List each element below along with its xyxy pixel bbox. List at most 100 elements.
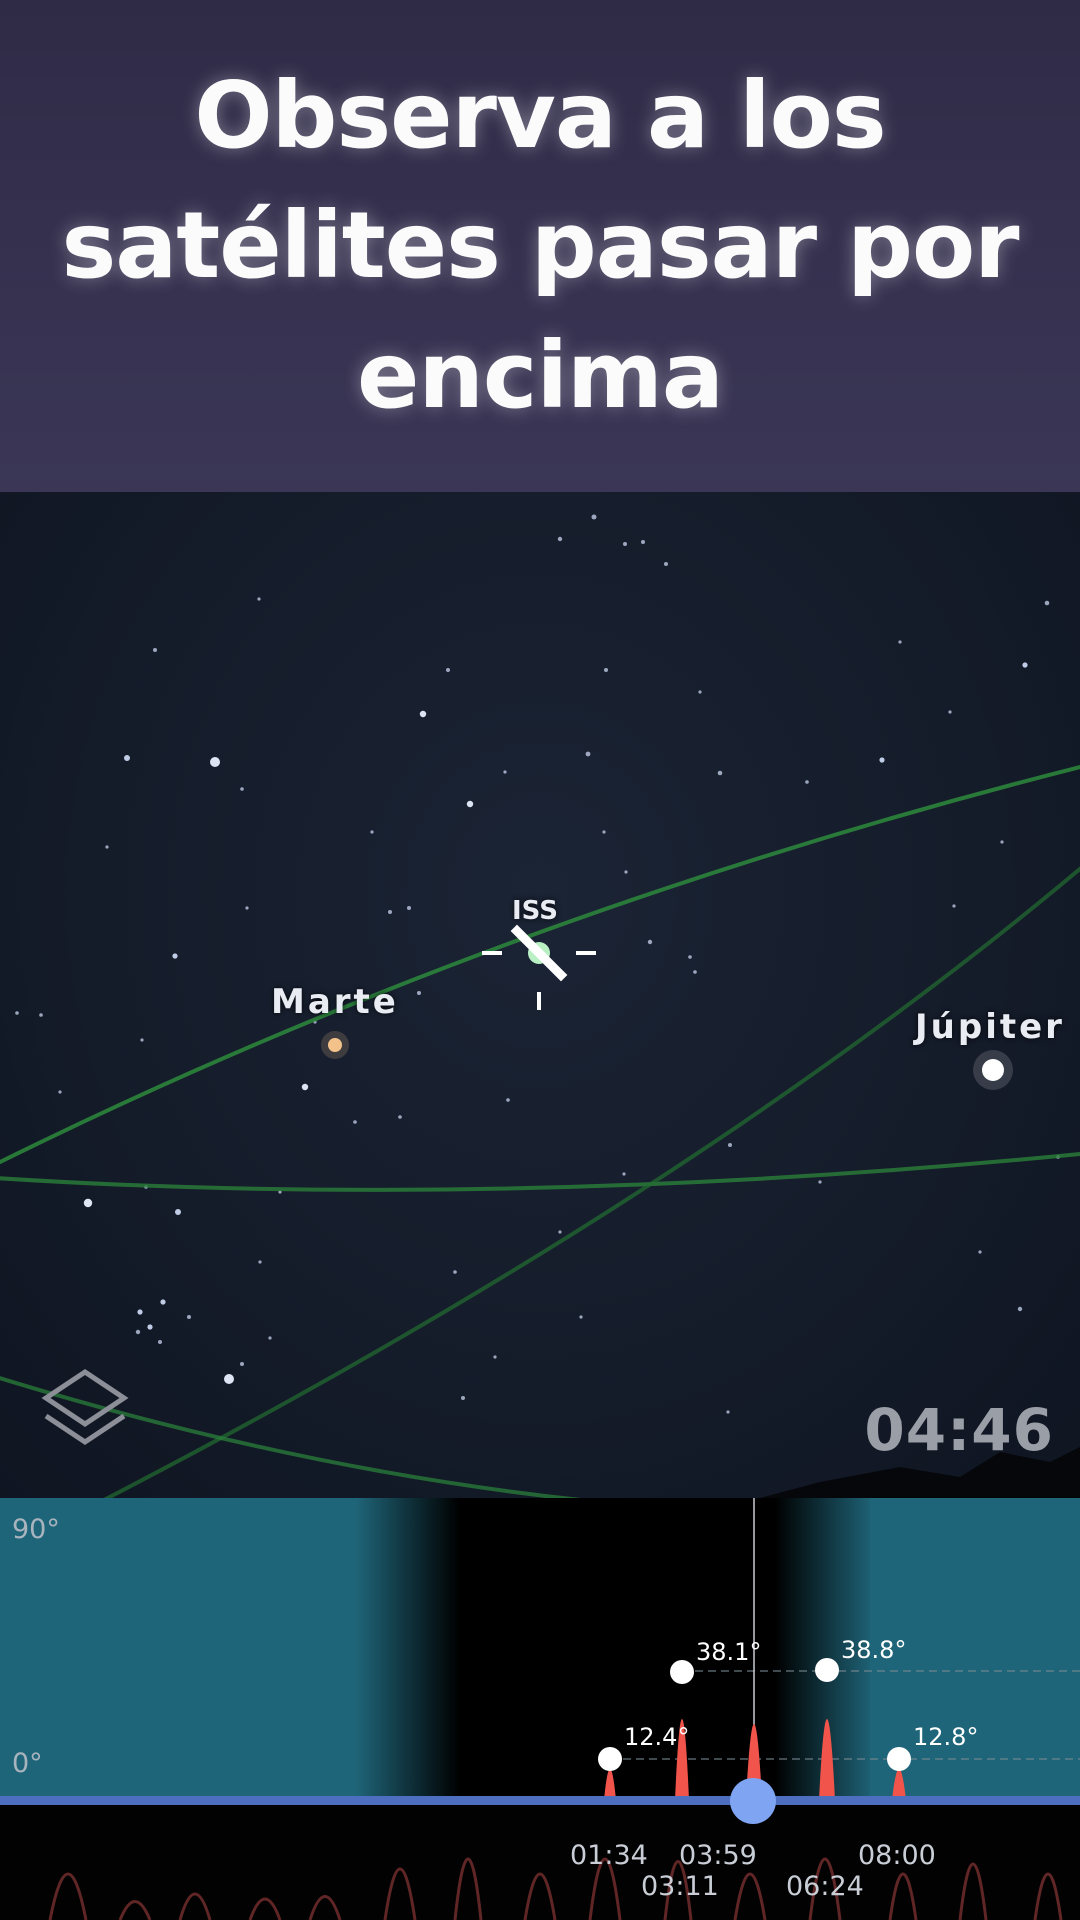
star	[506, 1098, 510, 1102]
star	[58, 1090, 62, 1094]
iss-orbit-path	[0, 764, 1080, 1165]
timeline-handle	[730, 1778, 776, 1824]
current-time: 04:46	[864, 1396, 1054, 1464]
star	[160, 1299, 166, 1305]
star	[224, 1374, 234, 1384]
star	[158, 1340, 162, 1344]
layers-icon[interactable]	[38, 1364, 132, 1458]
star	[245, 906, 249, 910]
pass-altitude-label: 12.8°	[913, 1723, 979, 1751]
star	[417, 991, 421, 995]
star	[664, 562, 668, 566]
star	[140, 1038, 144, 1042]
pass-marker	[598, 1747, 622, 1771]
star	[557, 536, 563, 542]
star	[1000, 840, 1004, 844]
star	[124, 755, 130, 761]
star	[591, 514, 597, 520]
pass-marker	[670, 1660, 694, 1684]
pass-marker	[887, 1747, 911, 1771]
pass-time-label[interactable]: 03:59	[679, 1840, 757, 1871]
pass-time-label[interactable]: 03:11	[641, 1871, 719, 1902]
star	[952, 904, 956, 908]
star	[1044, 600, 1050, 606]
star-field	[15, 514, 1060, 1424]
pass-timeline[interactable]: 90° 0° 12.4° 38.1° 38.8° 12.8° 01:34 03:…	[0, 1498, 1080, 1920]
pass-altitude-label: 38.8°	[841, 1636, 907, 1664]
star	[419, 710, 427, 718]
timeline-track	[0, 1796, 1080, 1805]
star	[693, 970, 697, 974]
star	[726, 1410, 730, 1414]
pass-altitude-label: 38.1°	[696, 1638, 762, 1666]
star	[370, 830, 374, 834]
star	[153, 648, 157, 652]
star	[147, 1324, 153, 1330]
star	[240, 1362, 244, 1366]
star	[258, 1260, 262, 1264]
star	[83, 1198, 93, 1208]
star	[641, 540, 645, 544]
satellite-icon[interactable]	[482, 924, 596, 1010]
altitude-max-label: 90°	[12, 1514, 60, 1545]
star	[353, 1120, 357, 1124]
star	[805, 780, 809, 784]
star	[623, 542, 627, 546]
star	[818, 1180, 822, 1184]
star	[1017, 1306, 1023, 1312]
pass-marker	[815, 1658, 839, 1682]
star	[453, 1270, 457, 1274]
star	[879, 757, 885, 763]
sky-map[interactable]: ISS Marte Júpiter 04:46	[0, 492, 1080, 1498]
star	[466, 800, 474, 808]
star	[175, 1209, 181, 1215]
pass-time-label[interactable]: 01:34	[570, 1840, 648, 1871]
banner-title: Observa a los satélites pasar por encima	[61, 62, 1019, 429]
star	[135, 1329, 141, 1335]
star	[602, 830, 606, 834]
satellite-label[interactable]: ISS	[512, 896, 558, 926]
planet-label-mars[interactable]: Marte	[271, 982, 399, 1022]
star	[39, 1013, 43, 1017]
star	[698, 690, 702, 694]
star	[15, 1011, 19, 1015]
star	[407, 906, 411, 910]
star	[948, 710, 952, 714]
star	[622, 1172, 626, 1176]
orbit-path	[0, 1151, 1080, 1192]
planet-label-jupiter[interactable]: Júpiter	[915, 1007, 1065, 1047]
star	[446, 668, 450, 672]
star	[105, 845, 109, 849]
star	[301, 1083, 309, 1091]
star	[172, 953, 178, 959]
orbit-lines	[0, 764, 1080, 1498]
star	[503, 770, 507, 774]
promo-banner: Observa a los satélites pasar por encima	[0, 0, 1080, 492]
star	[579, 1315, 583, 1319]
star	[240, 787, 244, 791]
star	[398, 1115, 402, 1119]
star	[604, 668, 608, 672]
star	[717, 770, 723, 776]
star	[210, 757, 220, 767]
star	[978, 1250, 982, 1254]
star	[461, 1396, 465, 1400]
pass-time-label[interactable]: 08:00	[858, 1840, 936, 1871]
star	[388, 910, 392, 914]
star	[137, 1309, 143, 1315]
altitude-min-label: 0°	[12, 1748, 43, 1779]
star	[647, 939, 653, 945]
star	[493, 1355, 497, 1359]
star	[558, 1230, 562, 1234]
star	[585, 751, 591, 757]
star	[728, 1143, 732, 1147]
pass-altitude-label: 12.4°	[624, 1723, 690, 1751]
star	[688, 955, 692, 959]
star	[257, 597, 261, 601]
star	[187, 1315, 191, 1319]
star	[1022, 662, 1028, 668]
pass-time-label[interactable]: 06:24	[786, 1871, 864, 1902]
sky-canvas	[0, 514, 1080, 1498]
star	[898, 640, 902, 644]
star	[268, 1336, 272, 1340]
